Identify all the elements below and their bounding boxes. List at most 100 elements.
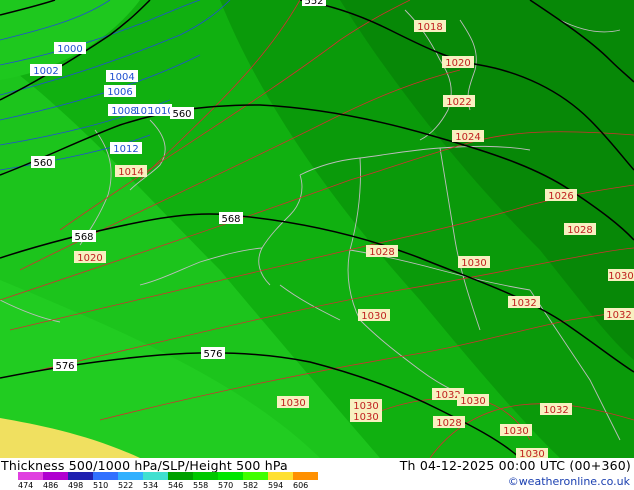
- scale-tick-label: 546: [168, 481, 184, 490]
- svg-text:1032: 1032: [511, 298, 536, 309]
- svg-text:1030: 1030: [353, 412, 378, 423]
- map-title: Thickness 500/1000 hPa/SLP/Height 500 hP…: [1, 458, 288, 473]
- svg-text:1030: 1030: [361, 311, 386, 322]
- scale-tick-label: 582: [243, 481, 259, 490]
- slp-label-red: 1030: [608, 269, 634, 282]
- scale-tick-label: 570: [218, 481, 234, 490]
- slp-label-blue: 1002: [30, 64, 62, 77]
- svg-text:1028: 1028: [369, 247, 394, 258]
- scale-tick-label: 606: [293, 481, 309, 490]
- slp-label-red: 1020: [74, 251, 106, 264]
- slp-label-red: 1030: [458, 256, 490, 269]
- svg-text:1020: 1020: [445, 58, 470, 69]
- scale-swatch: [18, 472, 43, 480]
- scale-swatch: [218, 472, 243, 480]
- svg-text:1030: 1030: [280, 398, 305, 409]
- slp-label-red: 1030: [500, 424, 532, 437]
- slp-label-red: 1018: [414, 20, 446, 33]
- slp-label-blue: 1006: [104, 85, 136, 98]
- slp-label-red: 1028: [433, 416, 465, 429]
- svg-text:1030: 1030: [519, 449, 544, 458]
- slp-label-red: 1032: [604, 308, 634, 321]
- svg-text:1024: 1024: [455, 132, 480, 143]
- slp-label-red: 1030: [358, 309, 390, 322]
- svg-text:1030: 1030: [608, 271, 633, 282]
- slp-label-red: 1028: [564, 223, 596, 236]
- slp-label-blue: 1012: [110, 142, 142, 155]
- slp-label-red: 1026: [545, 189, 577, 202]
- slp-label-red: 1032: [540, 403, 572, 416]
- svg-text:1018: 1018: [417, 22, 442, 33]
- slp-label-blue: 1000: [54, 42, 86, 55]
- svg-text:1030: 1030: [460, 396, 485, 407]
- scale-swatch: [68, 472, 93, 480]
- svg-text:1032: 1032: [543, 405, 568, 416]
- svg-text:1010: 1010: [148, 106, 173, 117]
- svg-text:1030: 1030: [503, 426, 528, 437]
- scale-swatch: [193, 472, 218, 480]
- height-label: 552: [302, 0, 326, 7]
- scale-tick-label: 486: [43, 481, 59, 490]
- svg-text:1028: 1028: [436, 418, 461, 429]
- scale-tick-label: 534: [143, 481, 159, 490]
- thickness-scale-ticks: 474 486 498 510 522 534 546 558 570 582 594 606: [18, 481, 318, 490]
- slp-label-red: 1030: [516, 448, 548, 458]
- height-label: 560: [31, 156, 55, 169]
- svg-text:1030: 1030: [461, 258, 486, 269]
- svg-text:1022: 1022: [446, 97, 471, 108]
- svg-text:1002: 1002: [33, 66, 58, 77]
- svg-text:576: 576: [203, 349, 222, 360]
- svg-text:1032: 1032: [435, 390, 460, 401]
- svg-text:1028: 1028: [567, 225, 592, 236]
- svg-text:1032: 1032: [606, 310, 631, 321]
- scale-swatch: [243, 472, 268, 480]
- weather-map: 1000 1002 1004 1006 1008 1010 1010 1012 …: [0, 0, 634, 458]
- svg-text:552: 552: [304, 0, 323, 7]
- svg-text:568: 568: [74, 232, 93, 243]
- scale-swatch: [168, 472, 193, 480]
- height-label: 568: [72, 230, 96, 243]
- copyright-link[interactable]: ©weatheronline.co.uk: [508, 475, 630, 488]
- svg-text:1004: 1004: [109, 72, 134, 83]
- slp-label-red: 1028: [366, 245, 398, 258]
- scale-tick-label: 558: [193, 481, 209, 490]
- slp-label-blue: 1004: [106, 70, 138, 83]
- scale-tick-label: 522: [118, 481, 134, 490]
- slp-label-red: 1030: [457, 394, 489, 407]
- scale-tick-label: 510: [93, 481, 109, 490]
- slp-label-red: 1030: [350, 410, 382, 423]
- height-label: 576: [53, 359, 77, 372]
- scale-tick-label: 474: [18, 481, 34, 490]
- slp-label-red: 1030: [277, 396, 309, 409]
- scale-swatch: [268, 472, 293, 480]
- slp-label-red: 1020: [442, 56, 474, 69]
- svg-text:1014: 1014: [118, 167, 143, 178]
- svg-text:1026: 1026: [548, 191, 573, 202]
- scale-swatch: [118, 472, 143, 480]
- svg-text:560: 560: [33, 158, 52, 169]
- slp-label-red: 1014: [115, 165, 147, 178]
- svg-text:1012: 1012: [113, 144, 138, 155]
- svg-text:568: 568: [221, 214, 240, 225]
- slp-label-blue: 1010: [148, 104, 174, 117]
- svg-text:560: 560: [172, 109, 191, 120]
- scale-tick-label: 594: [268, 481, 284, 490]
- scale-tick-label: 498: [68, 481, 84, 490]
- scale-swatch: [93, 472, 118, 480]
- svg-text:1000: 1000: [57, 44, 82, 55]
- scale-swatch: [143, 472, 168, 480]
- height-label: 568: [219, 212, 243, 225]
- height-label: 560: [170, 107, 194, 120]
- map-footer: Thickness 500/1000 hPa/SLP/Height 500 hP…: [0, 458, 634, 490]
- svg-text:1020: 1020: [77, 253, 102, 264]
- scale-swatch: [293, 472, 318, 480]
- svg-text:576: 576: [55, 361, 74, 372]
- svg-text:1006: 1006: [107, 87, 132, 98]
- svg-text:1008: 1008: [111, 106, 136, 117]
- forecast-datetime: Th 04-12-2025 00:00 UTC (00+360): [399, 458, 631, 473]
- slp-label-red: 1024: [452, 130, 484, 143]
- scale-swatch: [43, 472, 68, 480]
- slp-label-red: 1032: [508, 296, 540, 309]
- height-label: 576: [201, 347, 225, 360]
- slp-label-red: 1022: [443, 95, 475, 108]
